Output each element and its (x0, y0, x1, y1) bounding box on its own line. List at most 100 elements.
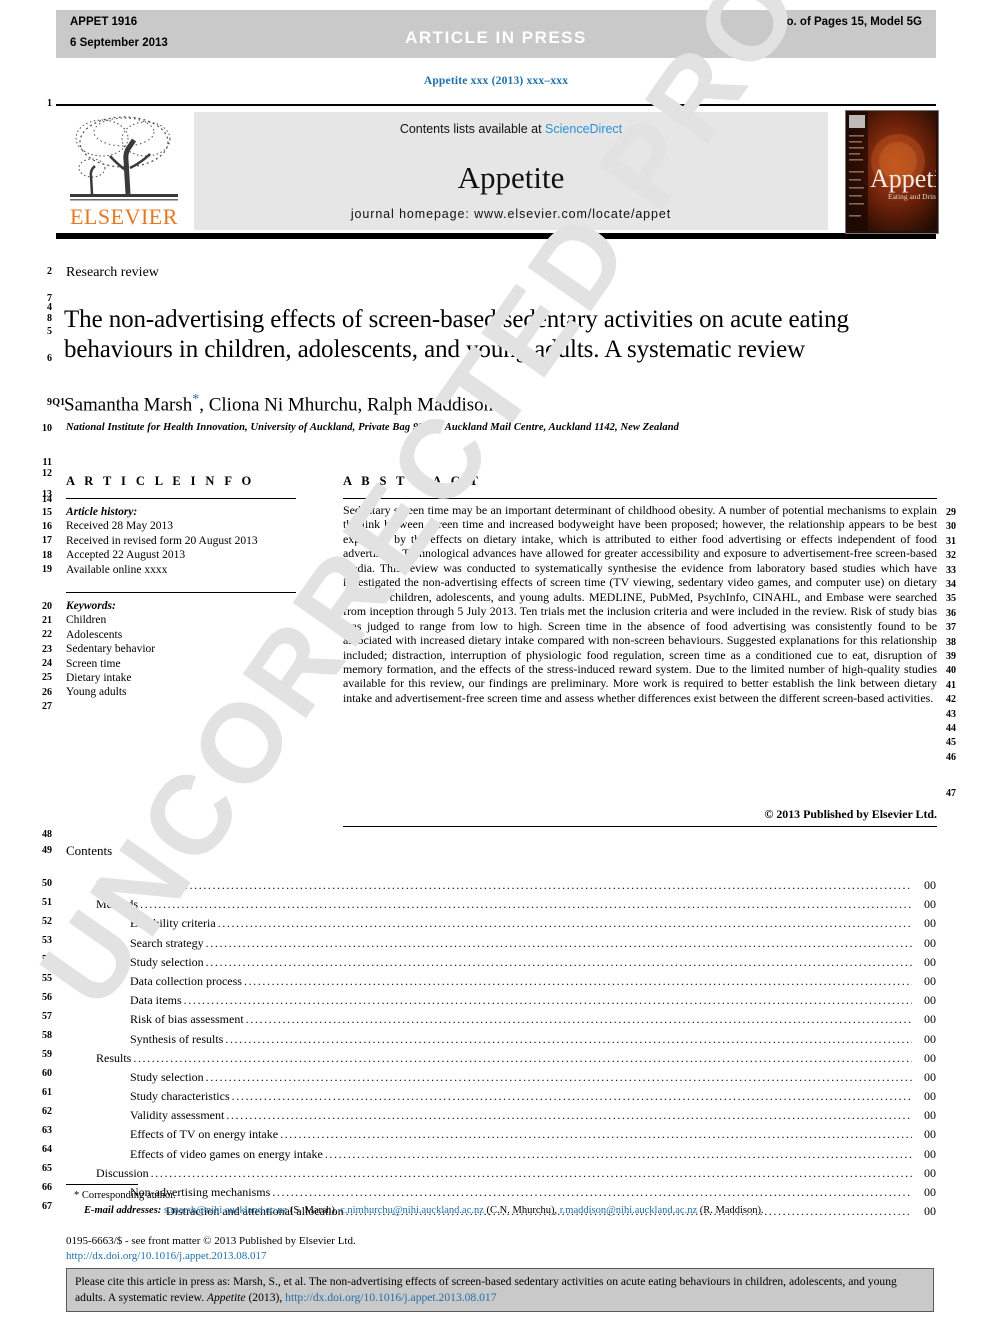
toc-leader-dots: ........................................… (245, 1012, 912, 1027)
keyword-item: Young adults (66, 686, 127, 699)
line-number: 21 (42, 615, 52, 626)
line-number: 19 (42, 564, 52, 575)
line-number: 23 (42, 644, 52, 655)
toc-entry[interactable]: Discussion..............................… (96, 1164, 936, 1183)
history-item: Received in revised form 20 August 2013 (66, 534, 258, 547)
toc-entry-label: Discussion (96, 1165, 149, 1180)
line-number: 67 (42, 1201, 52, 1212)
toc-entry-page: 00 (924, 1127, 936, 1142)
line-number: 34 (946, 579, 956, 590)
toc-entry[interactable]: Study selection.........................… (96, 953, 936, 972)
email-addresses-note: E-mail addresses: s.marsh@nihi.auckland.… (84, 1205, 764, 1216)
toc-leader-dots: ........................................… (183, 993, 912, 1008)
keywords-title: Keywords: (66, 600, 116, 612)
line-number: 42 (946, 694, 956, 705)
line-number: 48 (42, 829, 52, 840)
toc-entry-label: Eligibility criteria (130, 916, 216, 931)
contents-heading: Contents (66, 843, 113, 858)
toc-entry-page: 00 (924, 1204, 936, 1219)
page-title: The non-advertising effects of screen-ba… (64, 305, 849, 363)
toc-entry-label: Results (96, 1050, 132, 1065)
author-first: Samantha Marsh (64, 394, 193, 416)
toc-entry-label: Effects of video games on energy intake (130, 1146, 323, 1161)
toc-entry[interactable]: Synthesis of results....................… (96, 1030, 936, 1049)
toc-entry-page: 00 (924, 1185, 936, 1199)
line-number: 14 (42, 494, 52, 505)
toc-entry[interactable]: Non-advertising mechanisms..............… (96, 1183, 936, 1202)
toc-entry-label: Data collection process (130, 973, 242, 988)
email-link[interactable]: r.maddison@nihi.auckland.ac.nz (560, 1205, 697, 1216)
journal-code: APPET 1916 (70, 16, 138, 28)
toc-entry[interactable]: Results.................................… (96, 1049, 936, 1068)
line-number: 15 (42, 507, 52, 518)
toc-entry[interactable]: Data items..............................… (96, 991, 936, 1010)
front-matter-line: 0195-6663/$ - see front matter © 2013 Pu… (66, 1235, 356, 1247)
journal-cover-thumbnail: Appetite Eating and Drinking (845, 110, 939, 234)
line-number: 53 (42, 935, 52, 946)
email-link[interactable]: c.nimhurchu@nihi.auckland.ac.nz (340, 1205, 484, 1216)
keywords-block: Keywords: Children Adolescents Sedentary… (66, 599, 155, 700)
email-label: E-mail addresses: (84, 1205, 164, 1216)
line-number: 1 (47, 98, 52, 109)
line-number: 33 (946, 565, 956, 576)
toc-entry[interactable]: Study characteristics...................… (96, 1087, 936, 1106)
line-number: 5 (47, 326, 52, 337)
toc-entry-page: 00 (924, 954, 936, 969)
toc-leader-dots: ........................................… (150, 1165, 912, 1180)
toc-entry-page: 00 (924, 1031, 936, 1046)
corresponding-author-note: * Corresponding author. (74, 1190, 176, 1201)
toc-entry[interactable]: Risk of bias assessment.................… (96, 1010, 936, 1029)
abstract-heading: A B S T R A C T (343, 474, 482, 488)
svg-text:Eating and Drinking: Eating and Drinking (888, 192, 936, 201)
masthead-bottom-rule (56, 233, 936, 239)
email-link[interactable]: s.marsh@nihi.auckland.ac.nz (164, 1205, 287, 1216)
line-number: 25 (42, 672, 52, 683)
line-number: 44 (946, 723, 956, 734)
keyword-item: Screen time (66, 657, 121, 670)
line-number: 55 (42, 973, 52, 984)
line-number: 10 (42, 423, 52, 434)
line-number: 20 (42, 601, 52, 612)
keyword-item: Adolescents (66, 628, 123, 641)
toc-entry[interactable]: Study selection.........................… (96, 1068, 936, 1087)
citation-doi-link[interactable]: http://dx.doi.org/10.1016/j.appet.2013.0… (285, 1291, 496, 1304)
toc-entry-page: 00 (924, 1146, 936, 1161)
line-number: 22 (42, 629, 52, 640)
toc-entry-label: Study selection (130, 1069, 204, 1084)
article-in-press-label: ARTICLE IN PRESS (405, 28, 587, 47)
citation-year: (2013), (245, 1291, 286, 1304)
toc-entry[interactable]: Eligibility criteria....................… (96, 914, 936, 933)
citation-banner: Please cite this article in press as: Ma… (66, 1268, 934, 1312)
line-number: 62 (42, 1106, 52, 1117)
line-number: 39 (946, 651, 956, 662)
toc-entry[interactable]: Data collection process.................… (96, 972, 936, 991)
line-number: 56 (42, 992, 52, 1003)
toc-entry[interactable]: Introduction............................… (96, 876, 936, 895)
line-number: 45 (946, 737, 956, 748)
toc-entry[interactable]: Search strategy.........................… (96, 934, 936, 953)
line-number: 30 (946, 521, 956, 532)
toc-leader-dots: ........................................… (217, 916, 912, 931)
article-type-label: Research review (66, 265, 159, 280)
doi-link[interactable]: http://dx.doi.org/10.1016/j.appet.2013.0… (66, 1250, 267, 1262)
toc-entry-page: 00 (924, 1108, 936, 1123)
line-number: 43 (946, 709, 956, 720)
sciencedirect-link[interactable]: ScienceDirect (545, 122, 622, 136)
toc-entry[interactable]: Effects of TV on energy intake..........… (96, 1125, 936, 1144)
footnote-rule (66, 1184, 138, 1185)
toc-entry-page: 00 (924, 1089, 936, 1104)
line-number: 31 (946, 536, 956, 547)
toc-entry[interactable]: Validity assessment.....................… (96, 1106, 936, 1125)
toc-entry-page: 00 (924, 1069, 936, 1084)
journal-homepage-line[interactable]: journal homepage: www.elsevier.com/locat… (194, 207, 828, 221)
toc-entry[interactable]: Effects of video games on energy intake.… (96, 1145, 936, 1164)
abstract-copyright: © 2013 Published by Elsevier Ltd. (764, 807, 937, 821)
article-info-rule-bottom (66, 592, 296, 593)
line-number: 40 (946, 665, 956, 676)
elsevier-logo: ELSEVIER (62, 112, 186, 230)
journal-reference-line: Appetite xxx (2013) xxx–xxx (423, 75, 569, 87)
toc-leader-dots: ........................................… (324, 1146, 912, 1161)
line-number: 36 (946, 608, 956, 619)
toc-entry-label: Risk of bias assessment (130, 1012, 244, 1027)
toc-entry[interactable]: Methods.................................… (96, 895, 936, 914)
